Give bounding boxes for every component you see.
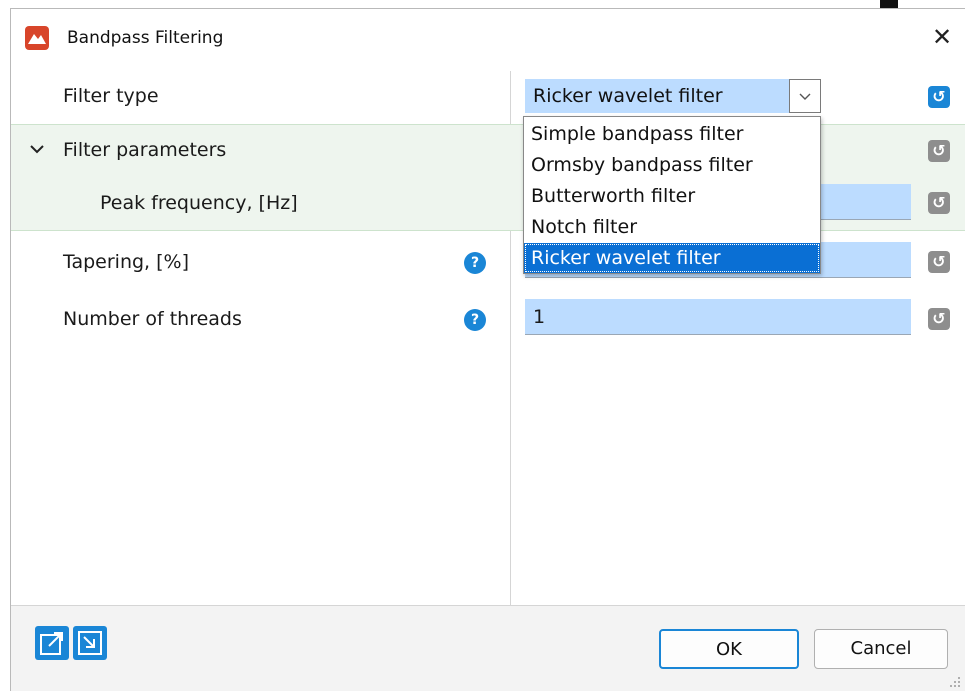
peak-frequency-label: Peak frequency, [Hz] — [100, 192, 298, 214]
bandpass-filtering-dialog: Bandpass Filtering ✕ Filter type ↺ Filte… — [10, 8, 965, 691]
option-notch[interactable]: Notch filter — [524, 212, 820, 242]
number-of-threads-input[interactable]: 1 — [525, 299, 911, 335]
import-button[interactable] — [73, 626, 107, 660]
threads-reset-button[interactable]: ↺ — [928, 308, 950, 330]
export-button[interactable] — [35, 626, 69, 660]
resize-grip-icon[interactable] — [949, 676, 961, 688]
import-icon — [78, 631, 102, 655]
group-border-bottom — [11, 230, 965, 231]
reset-icon: ↺ — [932, 309, 946, 328]
reset-icon: ↺ — [932, 193, 946, 212]
row-number-of-threads: Number of threads ? 1 ↺ — [11, 291, 965, 344]
filter-type-label: Filter type — [63, 85, 159, 107]
chevron-down-icon[interactable] — [27, 139, 47, 159]
help-icon: ? — [470, 255, 480, 271]
filter-parameters-reset-button[interactable]: ↺ — [928, 140, 950, 162]
filter-type-dropdown-button[interactable] — [789, 79, 821, 113]
row-tapering: Tapering, [%] ? ↺ — [11, 234, 965, 287]
tapering-label: Tapering, [%] — [63, 251, 190, 273]
option-ricker-wavelet[interactable]: Ricker wavelet filter — [524, 243, 820, 273]
close-button[interactable]: ✕ — [926, 21, 958, 53]
threads-help-icon[interactable]: ? — [464, 309, 486, 331]
dialog-footer: OK Cancel — [11, 606, 965, 691]
dialog-title: Bandpass Filtering — [67, 28, 224, 48]
reset-icon: ↺ — [932, 87, 946, 106]
tapering-reset-button[interactable]: ↺ — [928, 251, 950, 273]
filter-type-selected-value: Ricker wavelet filter — [533, 85, 723, 107]
filter-type-select[interactable]: Ricker wavelet filter — [525, 79, 821, 113]
filter-type-dropdown-list: Simple bandpass filter Ormsby bandpass f… — [523, 116, 821, 274]
app-logo-icon — [25, 26, 49, 50]
close-icon: ✕ — [931, 23, 953, 51]
row-peak-frequency: Peak frequency, [Hz] ↺ — [11, 178, 965, 231]
export-icon — [40, 632, 63, 655]
chevron-down-icon — [799, 93, 811, 100]
top-strip — [0, 0, 965, 8]
option-ormsby-bandpass[interactable]: Ormsby bandpass filter — [524, 150, 820, 180]
tapering-help-icon[interactable]: ? — [464, 252, 486, 274]
reset-icon: ↺ — [932, 252, 946, 271]
title-bar: Bandpass Filtering ✕ — [11, 9, 965, 71]
top-strip-mark — [880, 0, 898, 8]
reset-icon: ↺ — [932, 141, 946, 160]
number-of-threads-label: Number of threads — [63, 308, 242, 330]
row-filter-parameters[interactable]: Filter parameters ↺ — [11, 125, 965, 178]
cancel-button[interactable]: Cancel — [814, 629, 948, 669]
option-butterworth[interactable]: Butterworth filter — [524, 181, 820, 211]
peak-frequency-reset-button[interactable]: ↺ — [928, 192, 950, 214]
option-simple-bandpass[interactable]: Simple bandpass filter — [524, 119, 820, 149]
row-filter-type: Filter type ↺ — [11, 71, 965, 124]
ok-button[interactable]: OK — [659, 629, 799, 669]
group-border-top — [11, 124, 965, 125]
filter-type-reset-button[interactable]: ↺ — [928, 86, 950, 108]
filter-parameters-label: Filter parameters — [63, 139, 227, 161]
help-icon: ? — [470, 312, 480, 328]
